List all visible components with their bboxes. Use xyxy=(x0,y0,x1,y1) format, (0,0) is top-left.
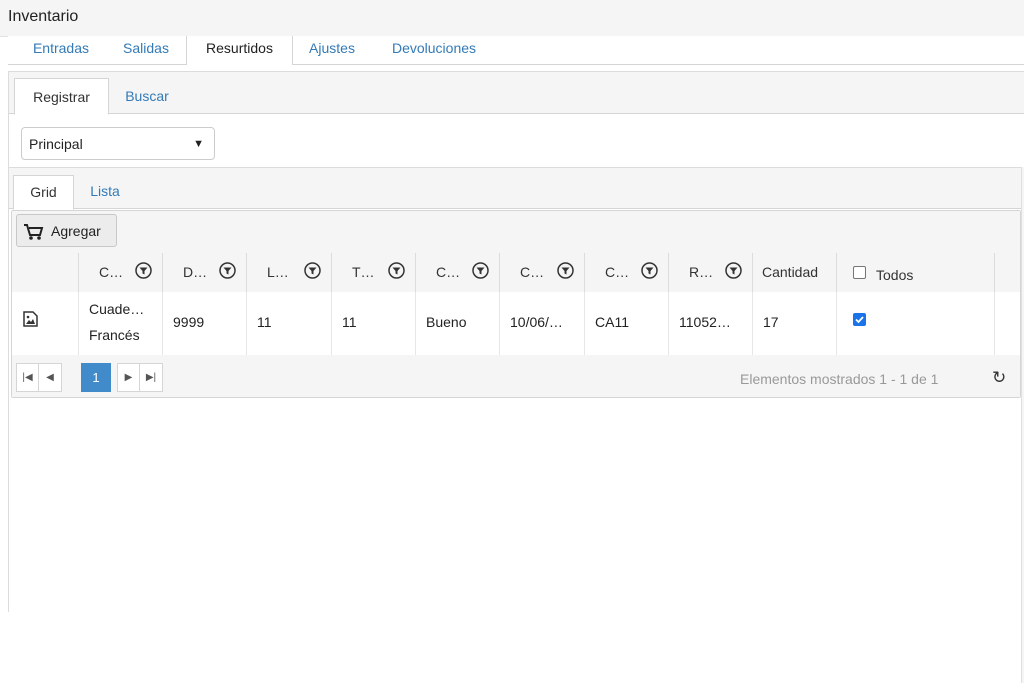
tab-devoluciones[interactable]: Devoluciones xyxy=(376,36,492,64)
column-header-image xyxy=(12,253,78,292)
filter-icon[interactable] xyxy=(472,262,489,279)
cell-c3: 11 xyxy=(246,292,331,355)
cell-c4: 11 xyxy=(331,292,415,355)
cell-cantidad: 17 xyxy=(752,292,836,355)
page-1-button[interactable]: 1 xyxy=(81,363,111,392)
cell-spacer xyxy=(994,292,1020,355)
column-header-c2[interactable]: D… xyxy=(162,253,246,292)
column-header-c7[interactable]: C… xyxy=(584,253,668,292)
next-page-icon: ▶ xyxy=(124,372,133,383)
filter-icon[interactable] xyxy=(641,262,658,279)
filter-icon[interactable] xyxy=(388,262,405,279)
cell-c1: Cuade… Francés xyxy=(78,292,162,355)
column-header-c8[interactable]: R… xyxy=(668,253,752,292)
cell-c6: 10/06/… xyxy=(499,292,584,355)
last-page-button[interactable]: ▶| xyxy=(140,363,163,392)
filter-icon[interactable] xyxy=(725,262,742,279)
grid-toolbar: Agregar xyxy=(12,211,1020,254)
filter-icon[interactable] xyxy=(219,262,236,279)
tab-registrar[interactable]: Registrar xyxy=(14,78,109,115)
column-header-c4[interactable]: T… xyxy=(331,253,415,292)
view-tabs: Grid Lista xyxy=(9,167,1023,210)
resurtidos-panel: Registrar Buscar Principal ▼ Grid Lista … xyxy=(8,71,1024,683)
next-page-button[interactable]: ▶ xyxy=(117,363,140,392)
main-tabs: Entradas Salidas Resurtidos Ajustes Devo… xyxy=(8,36,1024,65)
column-header-c6[interactable]: C… xyxy=(499,253,584,292)
items-grid: Agregar C… D… L… T… C… C… C… R… Cantidad… xyxy=(11,210,1021,398)
tab-ajustes[interactable]: Ajustes xyxy=(296,36,368,64)
column-header-todos: Todos xyxy=(836,253,994,292)
prev-page-button[interactable]: ◀ xyxy=(39,363,62,392)
table-row[interactable]: Cuade… Francés 9999 11 11 Bueno 10/06/… … xyxy=(12,292,1020,356)
last-page-icon: ▶| xyxy=(145,372,157,383)
checkmark-icon xyxy=(855,316,864,324)
row-select-checkbox[interactable] xyxy=(853,313,866,326)
filter-icon[interactable] xyxy=(135,262,152,279)
tab-salidas[interactable]: Salidas xyxy=(111,36,181,64)
refresh-icon[interactable]: ↻ xyxy=(992,368,1006,388)
cell-c7: CA11 xyxy=(584,292,668,355)
image-icon[interactable] xyxy=(23,311,38,327)
filter-icon[interactable] xyxy=(304,262,321,279)
column-header-spacer xyxy=(994,253,1020,292)
row-image-cell xyxy=(12,292,78,355)
tab-resurtidos[interactable]: Resurtidos xyxy=(186,36,293,65)
column-header-c1[interactable]: C… xyxy=(78,253,162,292)
column-header-cantidad[interactable]: Cantidad xyxy=(752,253,836,292)
first-page-button[interactable]: |◀ xyxy=(16,363,39,392)
app-header: Inventario xyxy=(0,0,1024,37)
chevron-down-icon: ▼ xyxy=(193,138,204,150)
select-all-checkbox[interactable] xyxy=(853,266,866,279)
add-button-label: Agregar xyxy=(51,223,101,239)
first-page-icon: |◀ xyxy=(22,372,33,383)
add-button[interactable]: Agregar xyxy=(16,214,117,247)
pager-status: Elementos mostrados 1 - 1 de 1 xyxy=(740,371,939,387)
select-all-label: Todos xyxy=(876,267,914,283)
page-title: Inventario xyxy=(8,8,79,25)
column-header-c5[interactable]: C… xyxy=(415,253,499,292)
cell-c8: 11052… xyxy=(668,292,752,355)
filter-icon[interactable] xyxy=(557,262,574,279)
cell-c2: 9999 xyxy=(162,292,246,355)
grid-pager: |◀ ◀ 1 ▶ ▶| Elementos mostrados 1 - 1 de… xyxy=(12,355,1020,397)
warehouse-select-value: Principal xyxy=(29,136,83,152)
tab-lista[interactable]: Lista xyxy=(75,175,135,208)
prev-page-icon: ◀ xyxy=(46,372,54,383)
tab-buscar[interactable]: Buscar xyxy=(109,78,185,113)
warehouse-select[interactable]: Principal ▼ xyxy=(21,127,215,160)
sub-tabs: Registrar Buscar xyxy=(9,72,1024,115)
tab-grid[interactable]: Grid xyxy=(13,175,74,210)
tab-entradas[interactable]: Entradas xyxy=(16,36,106,64)
cart-icon xyxy=(24,224,44,240)
grid-header: C… D… L… T… C… C… C… R… Cantidad Todos xyxy=(12,253,1020,293)
cell-c5: Bueno xyxy=(415,292,499,355)
cell-select xyxy=(836,292,994,355)
column-header-c3[interactable]: L… xyxy=(246,253,331,292)
